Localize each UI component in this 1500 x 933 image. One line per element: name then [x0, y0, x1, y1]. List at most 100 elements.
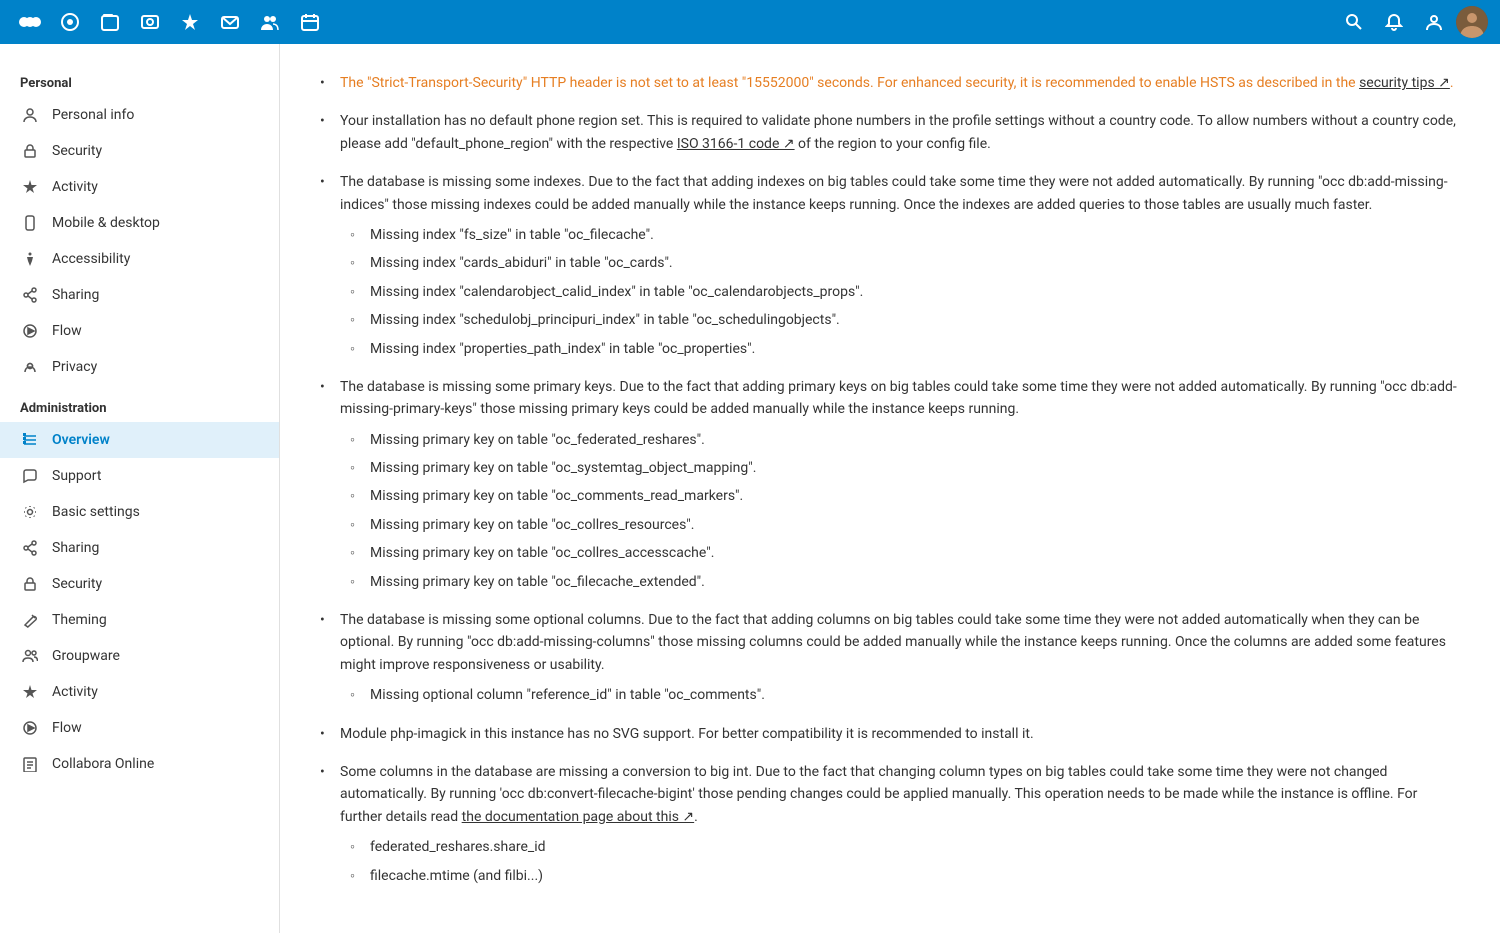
- warning-text-after: .: [1450, 75, 1454, 91]
- sidebar-item-label: Groupware: [52, 648, 120, 664]
- accessibility-icon: [20, 249, 40, 269]
- sub-list-item: federated_reshares.share_id: [350, 836, 1460, 858]
- main-content: The "Strict-Transport-Security" HTTP hea…: [280, 44, 1500, 933]
- sidebar-item-overview[interactable]: Overview: [0, 422, 279, 458]
- files-nav-icon[interactable]: [92, 4, 128, 40]
- sidebar-item-basic-settings[interactable]: Basic settings: [0, 494, 279, 530]
- sidebar-item-admin-flow[interactable]: Flow: [0, 710, 279, 746]
- sidebar-item-admin-security[interactable]: Security: [0, 566, 279, 602]
- list-item: The database is missing some primary key…: [320, 376, 1460, 593]
- sidebar-item-label: Basic settings: [52, 504, 140, 520]
- sidebar-item-label: Sharing: [52, 287, 99, 303]
- notifications-nav-icon[interactable]: [1376, 4, 1412, 40]
- list-item: Your installation has no default phone r…: [320, 110, 1460, 155]
- sidebar-item-label: Overview: [52, 432, 110, 448]
- sidebar-item-activity[interactable]: Activity: [0, 169, 279, 205]
- sidebar-item-flow[interactable]: Flow: [0, 313, 279, 349]
- sidebar-item-label: Security: [52, 143, 102, 159]
- sidebar-item-label: Mobile & desktop: [52, 215, 160, 231]
- mobile-icon: [20, 213, 40, 233]
- sub-list-item: Missing primary key on table "oc_systemt…: [350, 457, 1460, 479]
- sidebar-item-label: Activity: [52, 684, 98, 700]
- collabora-icon: [20, 754, 40, 774]
- sidebar: Personal Personal info Security Activity…: [0, 44, 280, 933]
- logo[interactable]: [12, 4, 48, 40]
- sidebar-item-support[interactable]: Support: [0, 458, 279, 494]
- sub-list-item: Missing primary key on table "oc_federat…: [350, 429, 1460, 451]
- sidebar-item-label: Sharing: [52, 540, 99, 556]
- warning-text: The "Strict-Transport-Security" HTTP hea…: [340, 75, 1359, 91]
- list-item: The database is missing some optional co…: [320, 609, 1460, 707]
- list-item: The database is missing some indexes. Du…: [320, 171, 1460, 360]
- groupware-icon: [20, 646, 40, 666]
- sidebar-item-label: Support: [52, 468, 101, 484]
- sidebar-item-label: Collabora Online: [52, 756, 154, 772]
- sidebar-item-label: Privacy: [52, 359, 97, 375]
- flow-icon: [20, 321, 40, 341]
- overview-icon: [20, 430, 40, 450]
- activity-nav-icon[interactable]: [172, 4, 208, 40]
- dashboard-nav-icon[interactable]: [52, 4, 88, 40]
- support-icon: [20, 466, 40, 486]
- sub-list: Missing optional column "reference_id" i…: [350, 684, 1460, 706]
- sub-list-item: Missing primary key on table "oc_filecac…: [350, 571, 1460, 593]
- sub-list-item: Missing index "calendarobject_calid_inde…: [350, 281, 1460, 303]
- sidebar-item-theming[interactable]: Theming: [0, 602, 279, 638]
- admin-activity-icon: [20, 682, 40, 702]
- search-nav-icon[interactable]: [1336, 4, 1372, 40]
- sidebar-item-label: Flow: [52, 720, 82, 736]
- sidebar-item-privacy[interactable]: Privacy: [0, 349, 279, 385]
- sidebar-item-label: Flow: [52, 323, 82, 339]
- layout: Personal Personal info Security Activity…: [0, 44, 1500, 933]
- sub-list-item: Missing primary key on table "oc_collres…: [350, 542, 1460, 564]
- user-menu-icon[interactable]: [1416, 4, 1452, 40]
- personal-section-label: Personal: [0, 60, 279, 97]
- avatar[interactable]: [1456, 6, 1488, 38]
- sidebar-item-label: Personal info: [52, 107, 134, 123]
- sidebar-item-label: Security: [52, 576, 102, 592]
- photos-nav-icon[interactable]: [132, 4, 168, 40]
- theming-icon: [20, 610, 40, 630]
- sidebar-item-security[interactable]: Security: [0, 133, 279, 169]
- documentation-link[interactable]: the documentation page about this ↗: [462, 809, 695, 825]
- sub-list-item: Missing index "properties_path_index" in…: [350, 338, 1460, 360]
- list-item: Module php-imagick in this instance has …: [320, 723, 1460, 745]
- admin-security-icon: [20, 574, 40, 594]
- security-tips-link[interactable]: security tips ↗: [1359, 75, 1450, 91]
- personal-info-icon: [20, 105, 40, 125]
- sidebar-item-admin-activity[interactable]: Activity: [0, 674, 279, 710]
- list-item: The "Strict-Transport-Security" HTTP hea…: [320, 72, 1460, 94]
- sub-list-item: Missing primary key on table "oc_collres…: [350, 514, 1460, 536]
- sidebar-item-personal-info[interactable]: Personal info: [0, 97, 279, 133]
- sub-list-item: Missing index "schedulobj_principuri_ind…: [350, 309, 1460, 331]
- nextcloud-logo-icon: [14, 6, 46, 38]
- sidebar-item-sharing[interactable]: Sharing: [0, 277, 279, 313]
- admin-sharing-icon: [20, 538, 40, 558]
- sidebar-item-mobile[interactable]: Mobile & desktop: [0, 205, 279, 241]
- basic-settings-icon: [20, 502, 40, 522]
- sidebar-item-admin-sharing[interactable]: Sharing: [0, 530, 279, 566]
- calendar-nav-icon[interactable]: [292, 4, 328, 40]
- admin-section-label: Administration: [0, 385, 279, 422]
- sub-list: Missing primary key on table "oc_federat…: [350, 429, 1460, 593]
- topnav: [0, 0, 1500, 44]
- sidebar-item-label: Accessibility: [52, 251, 130, 267]
- sub-list-item: Missing optional column "reference_id" i…: [350, 684, 1460, 706]
- sidebar-item-label: Activity: [52, 179, 98, 195]
- sub-list-item: Missing index "cards_abiduri" in table "…: [350, 252, 1460, 274]
- sidebar-item-accessibility[interactable]: Accessibility: [0, 241, 279, 277]
- sidebar-item-groupware[interactable]: Groupware: [0, 638, 279, 674]
- iso-code-link[interactable]: ISO 3166-1 code ↗: [677, 136, 795, 152]
- sidebar-item-label: Theming: [52, 612, 107, 628]
- privacy-icon: [20, 357, 40, 377]
- contacts-nav-icon[interactable]: [252, 4, 288, 40]
- sidebar-item-collabora[interactable]: Collabora Online: [0, 746, 279, 782]
- sub-list-item: Missing primary key on table "oc_comment…: [350, 485, 1460, 507]
- sharing-icon: [20, 285, 40, 305]
- sub-list: Missing index "fs_size" in table "oc_fil…: [350, 224, 1460, 360]
- list-item: Some columns in the database are missing…: [320, 761, 1460, 887]
- warnings-list: The "Strict-Transport-Security" HTTP hea…: [320, 72, 1460, 887]
- sub-list: federated_reshares.share_id filecache.mt…: [350, 836, 1460, 887]
- topnav-right: [1336, 4, 1488, 40]
- mail-nav-icon[interactable]: [212, 4, 248, 40]
